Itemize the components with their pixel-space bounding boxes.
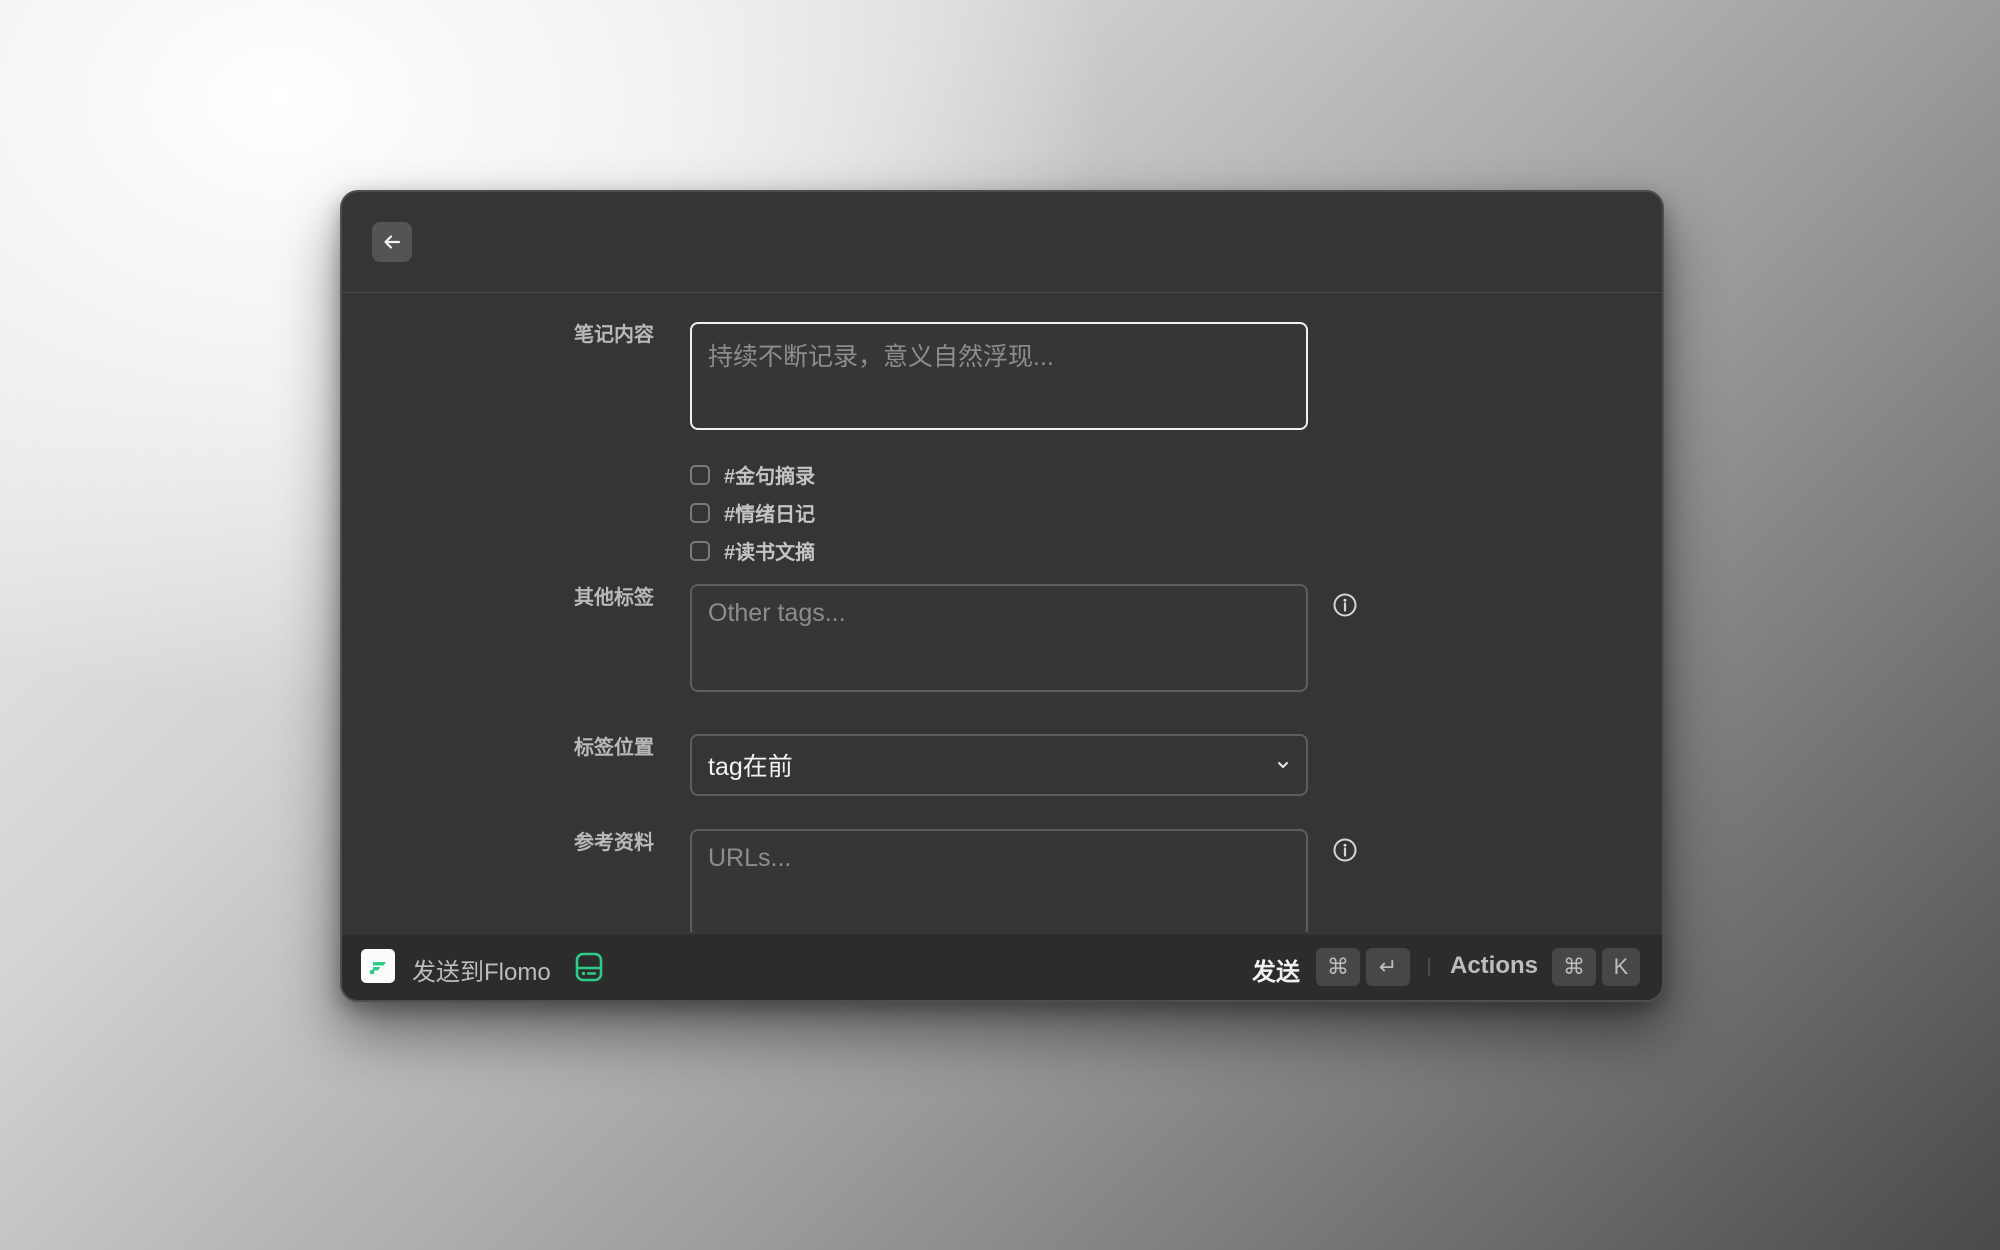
references-label: 参考资料 bbox=[574, 832, 654, 854]
cmd-key: ⌘ bbox=[1552, 948, 1596, 986]
enter-key: ↵ bbox=[1366, 948, 1410, 986]
info-circle-icon[interactable] bbox=[1332, 837, 1358, 863]
raycast-window: 笔记内容 持续不断记录，意义自然浮现... #金句摘录 #情绪日记 #读书文摘 … bbox=[340, 190, 1664, 1002]
other-tags-label: 其他标签 bbox=[574, 587, 654, 609]
top-bar bbox=[342, 192, 1662, 293]
actions-button[interactable]: Actions bbox=[1450, 952, 1538, 980]
references-input[interactable]: URLs... bbox=[690, 829, 1308, 932]
arrow-left-icon bbox=[384, 235, 401, 249]
checkbox[interactable] bbox=[690, 502, 710, 523]
flomo-logo-icon bbox=[361, 949, 395, 983]
checkbox[interactable] bbox=[690, 464, 710, 485]
tag-option-label: #情绪日记 bbox=[724, 504, 816, 526]
action-bar: 发送到Flomo 发送 ⌘ ↵ Actions ⌘ K bbox=[342, 933, 1662, 1000]
tag-option-label: #读书文摘 bbox=[724, 542, 816, 564]
back-button[interactable] bbox=[372, 222, 412, 262]
other-tags-input[interactable]: Other tags... bbox=[690, 584, 1308, 692]
other-tags-placeholder: Other tags... bbox=[708, 599, 846, 627]
note-label: 笔记内容 bbox=[574, 324, 654, 346]
k-key: K bbox=[1602, 948, 1640, 986]
note-placeholder: 持续不断记录，意义自然浮现... bbox=[708, 343, 1054, 371]
checkbox[interactable] bbox=[690, 540, 710, 561]
tag-option-quote[interactable]: #金句摘录 bbox=[690, 460, 815, 489]
tag-option-mood-diary[interactable]: #情绪日记 bbox=[690, 498, 815, 527]
tag-option-reading-excerpt[interactable]: #读书文摘 bbox=[690, 536, 815, 565]
info-circle-icon[interactable] bbox=[1332, 592, 1358, 618]
tag-position-select[interactable]: tag在前 bbox=[690, 734, 1308, 796]
form-content: 笔记内容 持续不断记录，意义自然浮现... #金句摘录 #情绪日记 #读书文摘 … bbox=[342, 294, 1662, 932]
send-button[interactable]: 发送 bbox=[1252, 952, 1300, 987]
chevron-down-icon bbox=[1278, 762, 1288, 768]
separator bbox=[1428, 958, 1430, 976]
cmd-key: ⌘ bbox=[1316, 948, 1360, 986]
note-textarea[interactable]: 持续不断记录，意义自然浮现... bbox=[690, 322, 1308, 430]
tag-option-label: #金句摘录 bbox=[724, 466, 816, 488]
tag-position-value: tag在前 bbox=[708, 753, 793, 781]
command-name: 发送到Flomo bbox=[412, 959, 551, 986]
inbox-tray-icon bbox=[575, 952, 603, 982]
references-placeholder: URLs... bbox=[708, 844, 792, 872]
tag-position-label: 标签位置 bbox=[574, 737, 654, 759]
